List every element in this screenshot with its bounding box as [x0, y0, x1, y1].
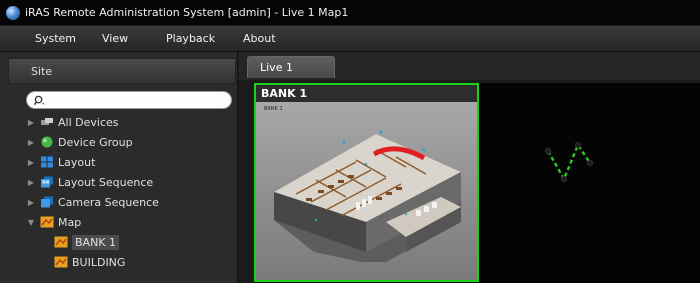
expand-arrow-icon[interactable]: ▶: [26, 197, 36, 207]
tree-label: BUILDING: [72, 255, 126, 269]
devices-icon: [41, 118, 53, 125]
collapse-arrow-icon[interactable]: ▼: [26, 217, 36, 227]
layout-icon: [41, 156, 53, 168]
map-panel-title: BANK 1: [256, 85, 477, 102]
tab-strip: Live 1: [239, 52, 700, 80]
tree-item-camera-sequence[interactable]: ▶ Camera Sequence: [26, 192, 232, 212]
tree-item-layout-sequence[interactable]: ▶ Layout Sequence: [26, 172, 232, 192]
tree-label: All Devices: [58, 115, 119, 129]
tree-label: BANK 1: [72, 234, 120, 250]
map-icon: [54, 236, 68, 248]
map-icon: [54, 256, 68, 268]
tree-item-bank-1[interactable]: BANK 1: [26, 232, 232, 252]
menu-bar: System View Playback About: [0, 26, 700, 52]
expand-arrow-icon[interactable]: ▶: [26, 177, 36, 187]
device-link-graphic: [544, 141, 594, 183]
site-tree: ▶ All Devices ▶ Device Group ▶ Layout ▶: [26, 112, 232, 272]
menu-system[interactable]: System: [35, 32, 76, 45]
layout-sequence-icon: [41, 176, 53, 188]
tree-item-all-devices[interactable]: ▶ All Devices: [26, 112, 232, 132]
tree-item-map[interactable]: ▼ Map: [26, 212, 232, 232]
title-bar: iRAS Remote Administration System [admin…: [0, 0, 700, 26]
search-input[interactable]: [26, 91, 232, 109]
window-title: iRAS Remote Administration System [admin…: [25, 6, 349, 19]
tab-live-1[interactable]: Live 1: [247, 56, 335, 78]
live-viewport: BANK 1 BANK 1: [254, 83, 700, 283]
expand-arrow-icon[interactable]: ▶: [26, 117, 36, 127]
map-canvas[interactable]: BANK 1: [256, 102, 477, 280]
menu-view[interactable]: View: [102, 32, 128, 45]
map-inner-label: BANK 1: [264, 106, 283, 112]
tree-item-building[interactable]: BUILDING: [26, 252, 232, 272]
tree-label: Camera Sequence: [58, 195, 159, 209]
tree-label: Layout Sequence: [58, 175, 154, 189]
tree-item-device-group[interactable]: ▶ Device Group: [26, 132, 232, 152]
tree-label: Map: [58, 215, 82, 229]
expand-arrow-icon[interactable]: ▶: [26, 137, 36, 147]
app-logo-icon: [6, 5, 20, 20]
expand-arrow-icon[interactable]: ▶: [26, 157, 36, 167]
camera-sequence-icon: [41, 196, 53, 208]
search-icon: [34, 95, 45, 106]
tree-label: Device Group: [58, 135, 133, 149]
site-sidebar: Site ▶ All Devices ▶ Device Group ▶ Layo…: [0, 52, 238, 283]
map-panel-bank-1[interactable]: BANK 1 BANK 1: [254, 83, 479, 282]
menu-about[interactable]: About: [243, 32, 276, 45]
map-icon: [40, 216, 54, 228]
floor-plan-image: BANK 1: [264, 106, 461, 262]
site-header: Site: [8, 58, 236, 84]
menu-playback[interactable]: Playback: [166, 32, 215, 45]
device-group-icon: [41, 136, 53, 148]
tree-label: Layout: [58, 155, 96, 169]
tree-item-layout[interactable]: ▶ Layout: [26, 152, 232, 172]
empty-live-cell[interactable]: [480, 83, 700, 283]
